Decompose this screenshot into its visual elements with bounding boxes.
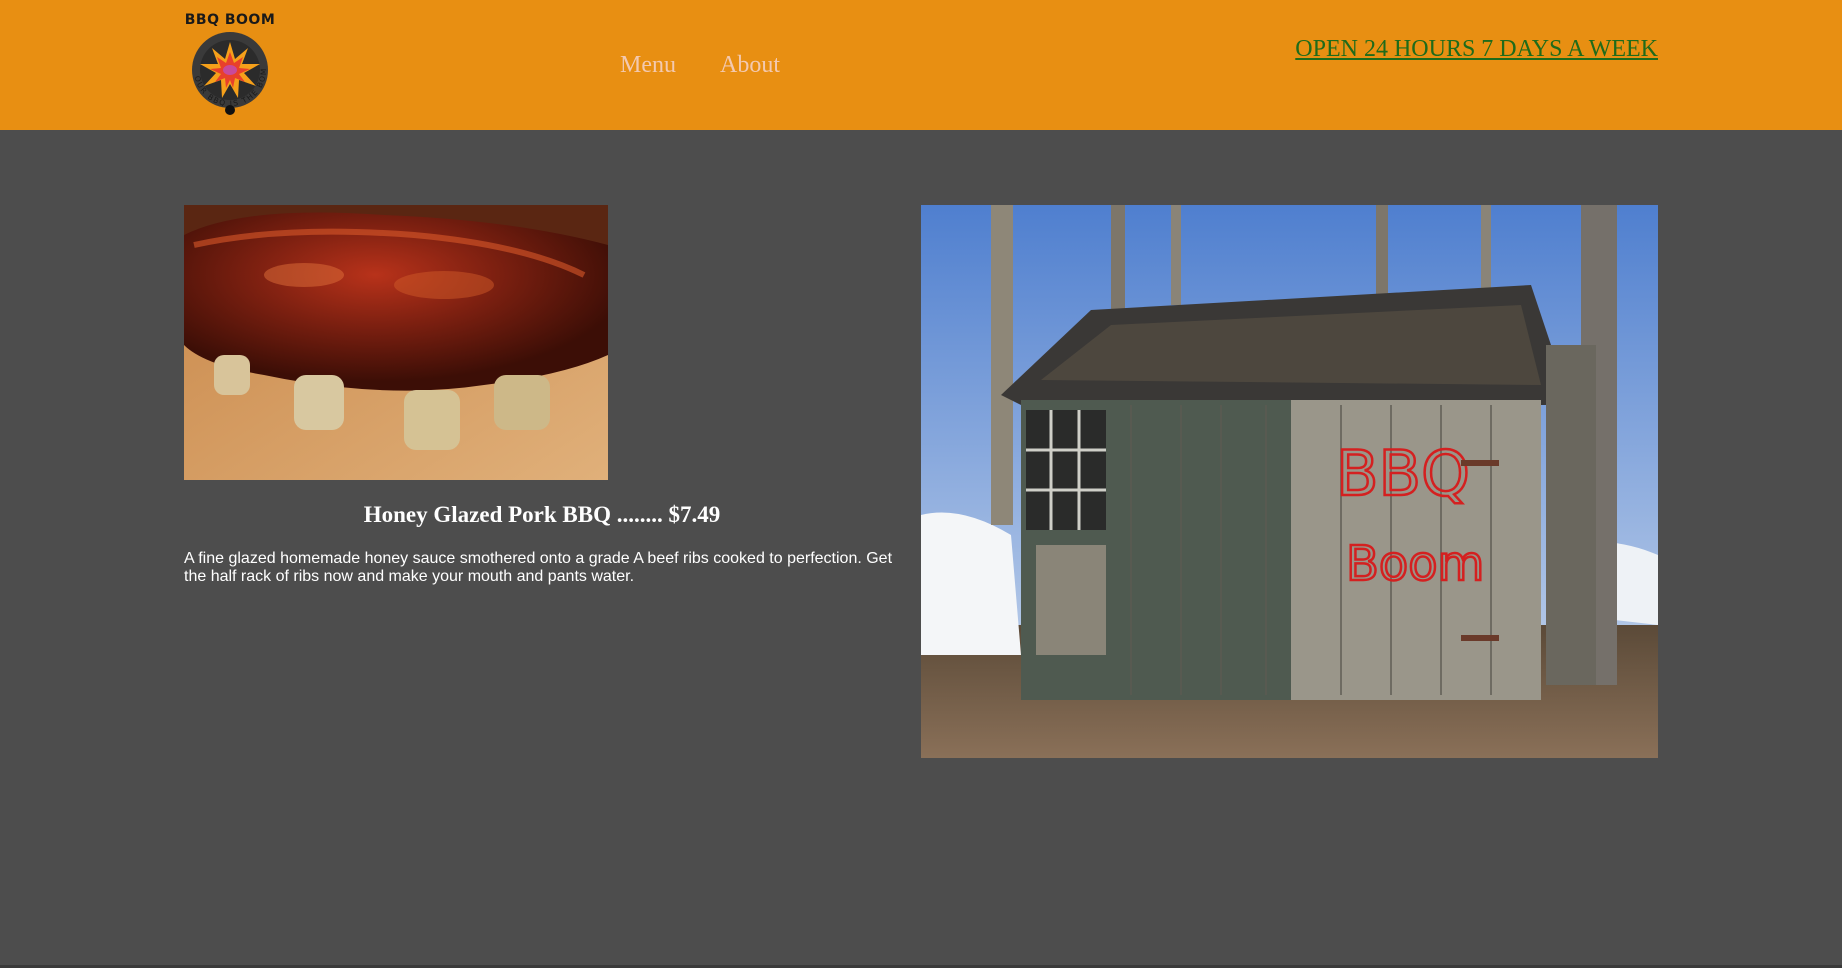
dish-title: Honey Glazed Pork BBQ ........ $7.49 [363,502,721,527]
nav-menu-link[interactable]: Menu [620,52,676,79]
shed-sign-line2: Boom [1346,536,1484,592]
site-header: BBQ BOOM OUR BBQ IS THE BOMB Menu About … [0,0,1842,130]
explosion-bomb-icon: OUR BBQ IS THE BOMB [182,26,268,115]
bbq-ribs-photo [184,205,608,480]
wooden-shed-photo: BBQ Boom [921,205,1658,758]
shed-sign-line1: BBQ [1336,437,1470,510]
hours-link[interactable]: OPEN 24 HOURS 7 DAYS A WEEK [1295,36,1658,63]
dish-description: A fine glazed homemade honey sauce smoth… [184,550,893,585]
bbq-boom-logo[interactable]: BBQ BOOM OUR BBQ IS THE BOMB [182,10,278,115]
nav-about-link[interactable]: About [720,52,780,79]
